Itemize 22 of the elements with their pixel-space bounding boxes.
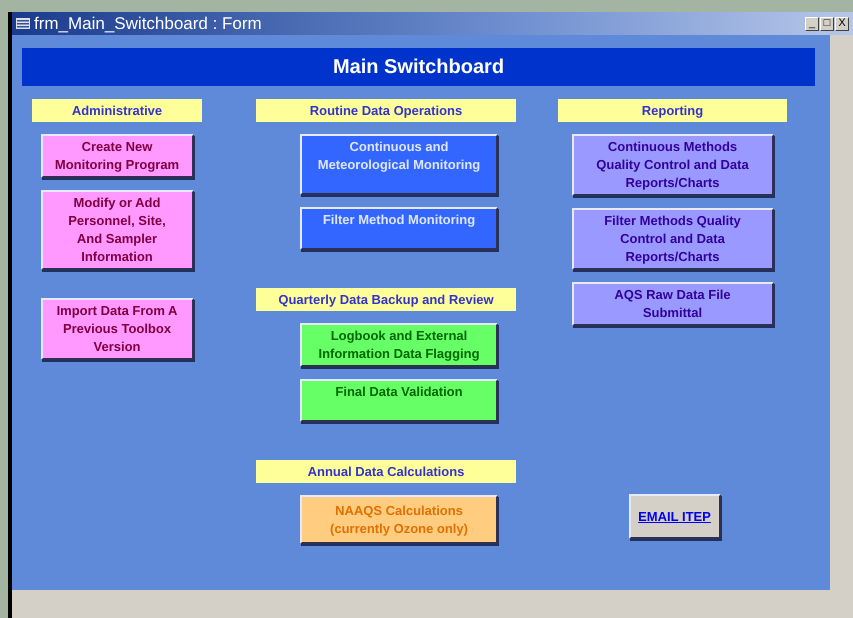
switchboard-button[interactable]: Logbook and External Information Data Flagging	[300, 323, 498, 367]
switchboard-button[interactable]: EMAIL ITEP	[628, 494, 720, 539]
close-button[interactable]: X	[835, 16, 849, 30]
switchboard-button[interactable]: Create New Monitoring Program	[40, 134, 194, 178]
switchboard-button[interactable]: Filter Method Monitoring	[300, 207, 498, 250]
window-title: frm_Main_Switchboard : Form	[34, 14, 263, 34]
form-icon	[16, 18, 30, 29]
section-heading: Routine Data Operations	[256, 99, 516, 122]
switchboard-button[interactable]: Continuous Methods Quality Control and Data Reports/Charts	[572, 134, 774, 196]
switchboard-banner: Main Switchboard	[22, 48, 815, 86]
section-heading: Quarterly Data Backup and Review	[256, 288, 516, 311]
section-heading: Annual Data Calculations	[256, 460, 516, 483]
switchboard-button[interactable]: AQS Raw Data File Submittal	[572, 282, 774, 326]
minimize-button[interactable]: _	[805, 16, 819, 30]
section-heading: Reporting	[558, 99, 787, 122]
switchboard-button[interactable]: Modify or Add Personnel, Site, And Sampler Information	[40, 190, 194, 270]
switchboard-button[interactable]: Continuous and Meteorological Monitoring	[300, 134, 498, 195]
section-heading: Administrative	[32, 99, 202, 122]
switchboard-button[interactable]: Import Data From A Previous Toolbox Version	[40, 298, 194, 360]
switchboard-button[interactable]: Final Data Validation	[300, 379, 498, 422]
switchboard-button[interactable]: Filter Methods Quality Control and Data Reports/Charts	[572, 208, 774, 270]
maximize-button[interactable]: □	[820, 16, 834, 30]
